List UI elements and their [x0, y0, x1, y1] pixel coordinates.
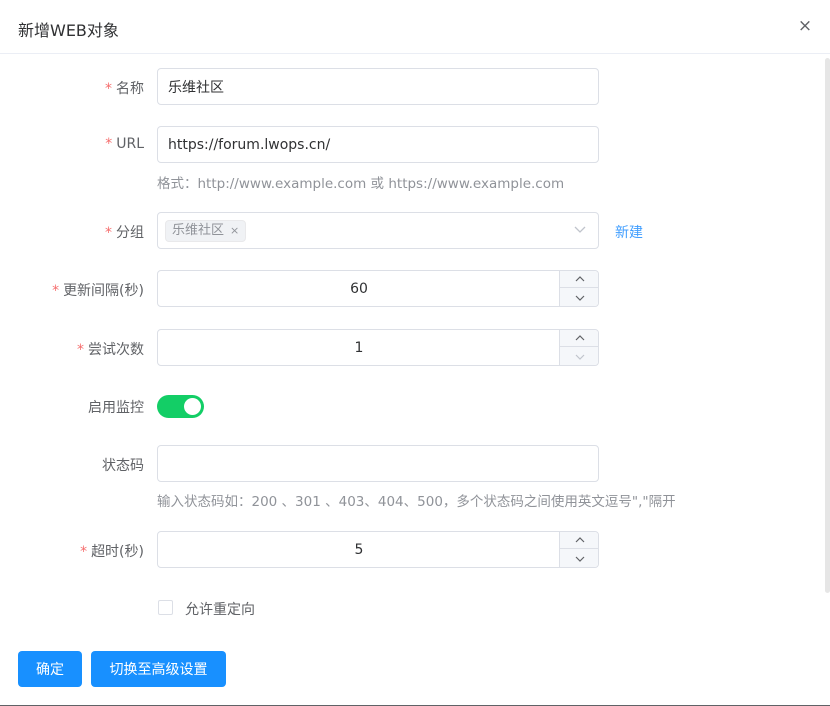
group-tag: 乐维社区 ×	[165, 220, 247, 242]
url-input[interactable]	[157, 126, 599, 163]
advanced-settings-button[interactable]: 切换至高级设置	[91, 651, 226, 687]
decrease-button[interactable]	[560, 550, 599, 567]
scrollbar[interactable]	[825, 58, 830, 593]
increase-button[interactable]	[560, 330, 599, 347]
close-icon[interactable]: ×	[795, 16, 815, 36]
retries-label: * 尝试次数	[77, 342, 144, 358]
increase-button[interactable]	[560, 271, 599, 288]
url-hint: 格式：http://www.example.com 或 https://www.…	[157, 176, 565, 192]
monitoring-label: 启用监控	[88, 400, 144, 416]
switch-knob	[184, 398, 201, 415]
chevron-down-icon	[575, 295, 584, 301]
timeout-input[interactable]	[158, 532, 560, 567]
chevron-down-icon	[575, 556, 584, 562]
dialog-header: 新增WEB对象 ×	[0, 0, 830, 54]
update-interval-label: * 更新间隔(秒)	[52, 283, 144, 299]
retries-stepper	[157, 329, 599, 366]
allow-redirect-label[interactable]: 允许重定向	[185, 599, 255, 619]
timeout-stepper	[157, 531, 599, 568]
status-code-label: 状态码	[102, 458, 144, 474]
group-label: * 分组	[105, 225, 144, 241]
required-mark: *	[105, 136, 113, 152]
required-mark: *	[80, 544, 88, 560]
retries-input[interactable]	[158, 330, 560, 365]
decrease-button[interactable]	[560, 348, 599, 365]
name-label: * 名称	[105, 81, 144, 97]
update-interval-input[interactable]	[158, 271, 560, 306]
allow-redirect-checkbox[interactable]	[158, 600, 173, 615]
decrease-button[interactable]	[560, 289, 599, 306]
increase-button[interactable]	[560, 532, 599, 549]
stepper-controls	[559, 532, 599, 567]
stepper-controls	[559, 330, 599, 365]
chevron-up-icon	[575, 276, 584, 282]
chevron-down-icon	[575, 354, 584, 360]
chevron-up-icon	[575, 335, 584, 341]
confirm-button[interactable]: 确定	[18, 651, 82, 687]
status-code-input[interactable]	[157, 445, 599, 482]
timeout-label: * 超时(秒)	[80, 544, 144, 560]
update-interval-stepper	[157, 270, 599, 307]
chevron-down-icon[interactable]	[574, 223, 586, 235]
group-select[interactable]: 乐维社区 ×	[157, 212, 599, 249]
required-mark: *	[105, 225, 112, 241]
required-mark: *	[52, 283, 60, 299]
add-web-object-dialog: 新增WEB对象 × *名称 *URL 格式：http://www.example…	[0, 0, 830, 706]
required-mark: *	[105, 81, 112, 97]
chevron-up-icon	[575, 537, 584, 543]
monitoring-switch[interactable]	[157, 395, 204, 418]
new-group-link[interactable]: 新建	[615, 222, 643, 242]
name-input[interactable]	[157, 68, 599, 105]
dialog-title: 新增WEB对象	[18, 21, 119, 40]
status-code-hint: 输入状态码如：200 、301 、403、404、500，多个状态码之间使用英文…	[157, 494, 676, 510]
required-mark: *	[77, 342, 84, 358]
tag-close-icon[interactable]: ×	[230, 224, 239, 237]
stepper-controls	[559, 271, 599, 306]
group-tag-label: 乐维社区	[172, 223, 225, 238]
url-label: * URL	[105, 136, 144, 152]
